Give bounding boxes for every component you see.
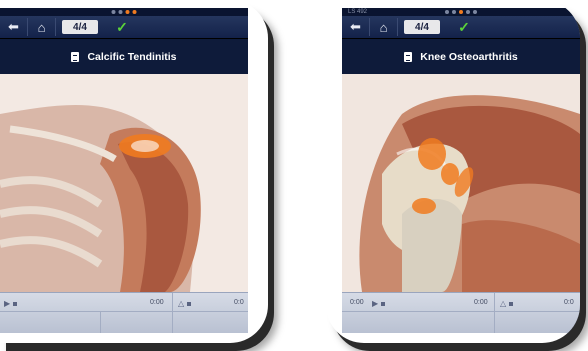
document-icon xyxy=(71,52,80,62)
zoom-icon: △ xyxy=(178,299,185,308)
zoom-button[interactable]: △ xyxy=(178,299,192,308)
play-button[interactable]: ▶ xyxy=(4,299,18,308)
checkmark-icon: ✓ xyxy=(116,18,128,35)
home-icon: ⌂ xyxy=(379,19,388,35)
shoulder-anatomy-image xyxy=(0,74,248,292)
home-button[interactable]: ⌂ xyxy=(370,18,398,36)
checkmark-icon: ✓ xyxy=(458,18,470,35)
time-display-2: 0:00 xyxy=(474,299,488,306)
toolbar: ⬅ ⌂ 4/4 ✓ xyxy=(0,16,248,39)
device-screen: LS 492 ⬅ ⌂ 4/4 ✓ Knee Osteoarthritis 0:0… xyxy=(342,8,580,333)
page-indicator xyxy=(445,10,477,14)
time-display: 0:00 xyxy=(150,299,164,306)
page-counter: 4/4 xyxy=(404,20,440,34)
status-bar xyxy=(0,8,248,16)
back-button[interactable]: ⬅ xyxy=(342,18,370,36)
status-bar: LS 492 xyxy=(342,8,580,16)
confirm-button[interactable]: ✓ xyxy=(446,18,482,36)
device-screen: ⬅ ⌂ 4/4 ✓ Calcific Tendinitis ▶ 0:00 △ 0… xyxy=(0,8,248,333)
confirm-button[interactable]: ✓ xyxy=(104,18,140,36)
time-display: 0:00 xyxy=(350,299,364,306)
playback-controls: ▶ 0:00 △ 0:0 xyxy=(0,292,248,333)
title-bar: Knee Osteoarthritis xyxy=(342,39,580,75)
home-icon: ⌂ xyxy=(37,19,46,35)
back-button[interactable]: ⬅ xyxy=(0,18,28,36)
time-display-2: 0:0 xyxy=(234,299,244,306)
zoom-button[interactable]: △ xyxy=(500,299,514,308)
time-display-3: 0:0 xyxy=(564,299,574,306)
document-icon xyxy=(404,52,413,62)
page-title: Knee Osteoarthritis xyxy=(420,51,518,63)
zoom-icon: △ xyxy=(500,299,507,308)
card-calcific-tendinitis: ⬅ ⌂ 4/4 ✓ Calcific Tendinitis ▶ 0:00 △ 0… xyxy=(0,0,268,343)
knee-anatomy-image xyxy=(342,74,580,292)
play-button[interactable]: ▶ xyxy=(372,299,386,308)
page-indicator xyxy=(111,10,137,14)
play-icon: ▶ xyxy=(372,299,379,308)
playback-controls: 0:00 ▶ 0:00 △ 0:0 xyxy=(342,292,580,333)
highlight-marker xyxy=(418,138,446,170)
card-knee-osteoarthritis: LS 492 ⬅ ⌂ 4/4 ✓ Knee Osteoarthritis 0:0… xyxy=(326,0,580,343)
title-bar: Calcific Tendinitis xyxy=(0,39,248,75)
back-arrow-icon: ⬅ xyxy=(8,19,19,34)
toolbar: ⬅ ⌂ 4/4 ✓ xyxy=(342,16,580,39)
home-button[interactable]: ⌂ xyxy=(28,18,56,36)
carrier-label: LS 492 xyxy=(348,9,368,15)
play-icon: ▶ xyxy=(4,299,11,308)
page-counter: 4/4 xyxy=(62,20,98,34)
page-title: Calcific Tendinitis xyxy=(87,51,177,63)
back-arrow-icon: ⬅ xyxy=(350,19,361,34)
